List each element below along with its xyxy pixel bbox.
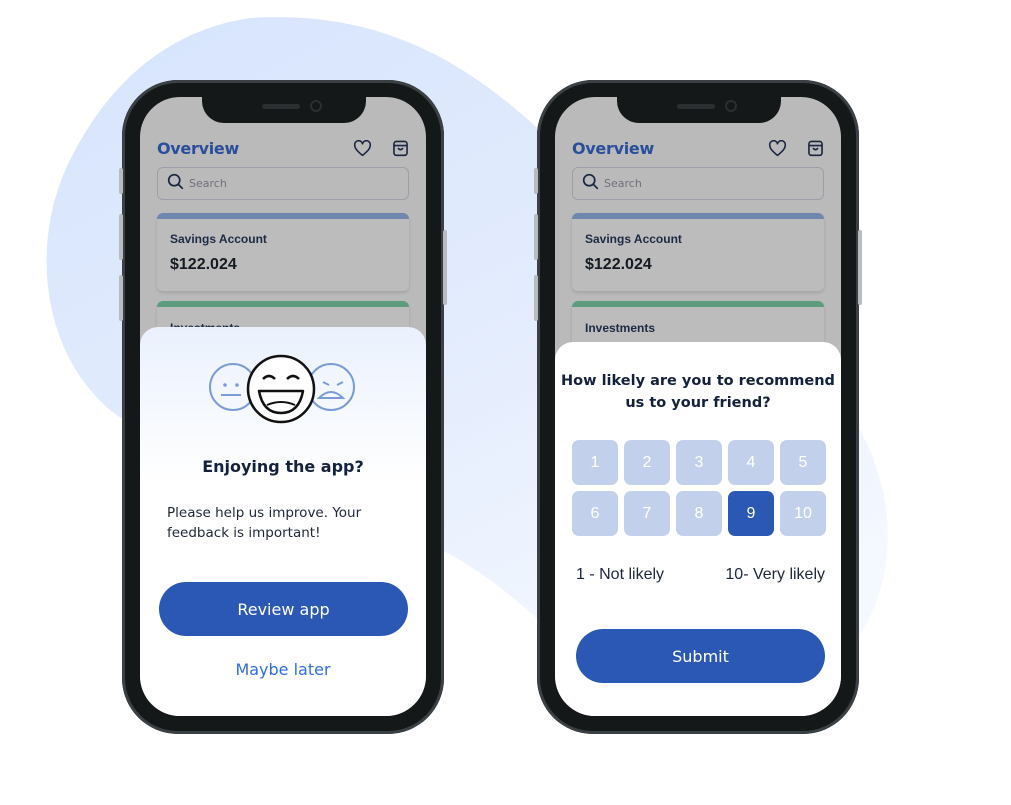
- search-input[interactable]: Search: [572, 167, 824, 200]
- volume-down-button: [119, 275, 123, 321]
- mute-switch: [534, 168, 538, 194]
- min-scale-label: 1 - Not likely: [576, 566, 665, 583]
- score-option-1[interactable]: 1: [572, 440, 618, 485]
- camera: [310, 100, 322, 112]
- review-bottom-sheet: Enjoying the app? Please help us improve…: [140, 327, 426, 716]
- phone-screen: Overview Search Savings Account $122.024: [555, 97, 841, 716]
- card-stripe: [572, 213, 824, 219]
- max-scale-label: 10- Very likely: [725, 566, 825, 583]
- score-option-7[interactable]: 7: [624, 491, 670, 536]
- laughing-face-icon: [246, 354, 316, 424]
- score-option-4[interactable]: 4: [728, 440, 774, 485]
- card-stripe: [157, 301, 409, 307]
- search-placeholder: Search: [604, 177, 642, 190]
- card-label: Savings Account: [585, 232, 682, 246]
- search-input[interactable]: Search: [157, 167, 409, 200]
- app-header: Overview: [572, 133, 824, 163]
- score-option-8[interactable]: 8: [676, 491, 722, 536]
- score-option-10[interactable]: 10: [780, 491, 826, 536]
- nps-question: How likely are you to recommend us to yo…: [561, 373, 835, 411]
- app-header: Overview: [157, 133, 409, 163]
- savings-account-card[interactable]: Savings Account $122.024: [572, 213, 824, 291]
- heart-icon[interactable]: [768, 139, 787, 157]
- score-option-2[interactable]: 2: [624, 440, 670, 485]
- search-icon: [167, 173, 184, 195]
- phone-right: Overview Search Savings Account $122.024: [534, 80, 862, 734]
- card-amount: $122.024: [170, 256, 237, 273]
- volume-down-button: [534, 275, 538, 321]
- phone-left: Overview Search Savings Account $122.024: [119, 80, 447, 734]
- savings-account-card[interactable]: Savings Account $122.024: [157, 213, 409, 291]
- score-option-9[interactable]: 9: [728, 491, 774, 536]
- notch: [617, 97, 781, 123]
- search-icon: [582, 173, 599, 195]
- card-label: Savings Account: [170, 232, 267, 246]
- review-app-button[interactable]: Review app: [159, 582, 408, 636]
- card-stripe: [157, 213, 409, 219]
- page-title: Overview: [572, 138, 654, 158]
- maybe-later-link[interactable]: Maybe later: [140, 660, 426, 679]
- heart-icon[interactable]: [353, 139, 372, 157]
- page-title: Overview: [157, 138, 239, 158]
- shopping-bag-icon[interactable]: [392, 139, 409, 157]
- scale-labels: 1 - Not likely 10- Very likely: [576, 566, 825, 584]
- score-option-3[interactable]: 3: [676, 440, 722, 485]
- card-stripe: [572, 301, 824, 307]
- sheet-description: Please help us improve. Your feedback is…: [167, 505, 362, 541]
- search-placeholder: Search: [189, 177, 227, 190]
- mute-switch: [119, 168, 123, 194]
- score-option-5[interactable]: 5: [780, 440, 826, 485]
- power-button: [443, 230, 447, 305]
- score-grid: 1 2 3 4 5 6 7 8 9 10: [572, 440, 826, 536]
- phone-screen: Overview Search Savings Account $122.024: [140, 97, 426, 716]
- notch: [202, 97, 366, 123]
- faces-illustration: [209, 354, 355, 424]
- shopping-bag-icon[interactable]: [807, 139, 824, 157]
- nps-bottom-sheet: How likely are you to recommend us to yo…: [555, 342, 841, 716]
- power-button: [858, 230, 862, 305]
- sheet-title: Enjoying the app?: [202, 457, 364, 476]
- card-label: Investments: [585, 321, 656, 335]
- speaker: [262, 104, 300, 109]
- submit-button[interactable]: Submit: [576, 629, 825, 683]
- camera: [725, 100, 737, 112]
- speaker: [677, 104, 715, 109]
- volume-up-button: [534, 214, 538, 260]
- card-amount: $122.024: [585, 256, 652, 273]
- score-option-6[interactable]: 6: [572, 491, 618, 536]
- volume-up-button: [119, 214, 123, 260]
